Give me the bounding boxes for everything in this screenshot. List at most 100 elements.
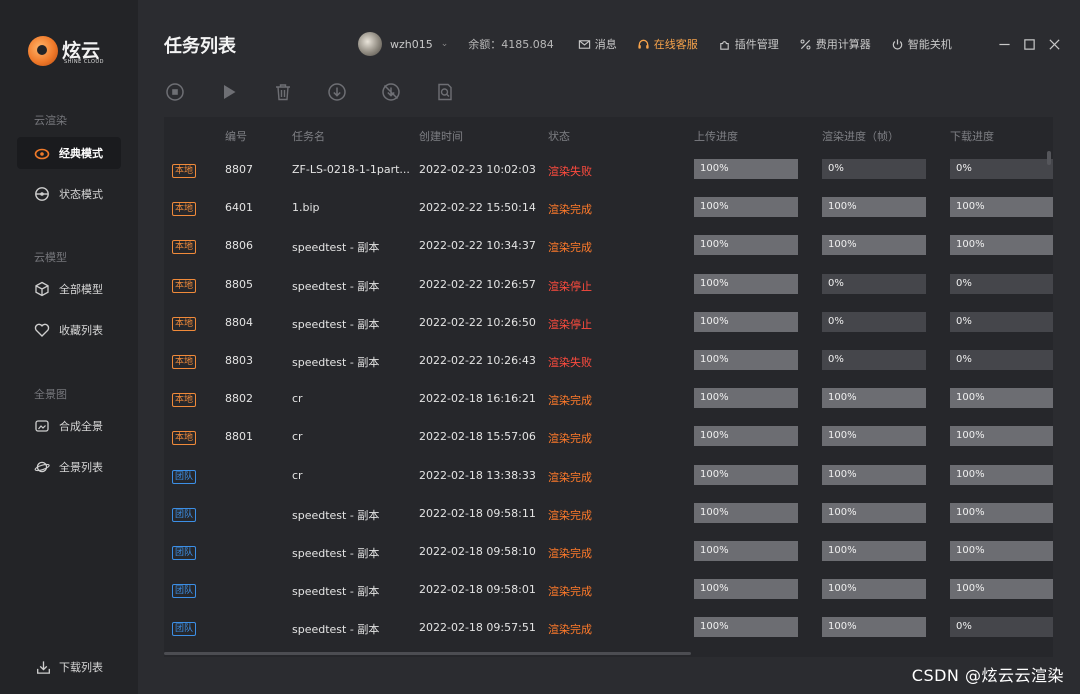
upload-progress-bar: 100% [694,579,798,600]
sidebar-item-panorama-list[interactable]: 全景列表 [17,451,121,483]
task-name: speedtest - 副本 [292,547,380,560]
close-button[interactable] [1048,36,1061,52]
download-progress-text: 0% [956,354,972,365]
horizontal-scrollbar[interactable] [164,652,691,655]
task-name: speedtest - 副本 [292,241,380,255]
play-button[interactable] [218,81,240,103]
sidebar-item-favorites[interactable]: 收藏列表 [17,314,121,346]
column-header-id[interactable]: 编号 [225,128,247,144]
table-row[interactable]: 本地 8804 speedtest - 副本 2022-02-22 10:26:50 渲… [164,304,1053,342]
table-row[interactable]: 团队 speedtest - 副本 2022-02-18 09:58:11 渲染完成 1… [164,495,1053,533]
sidebar-item-status-mode[interactable]: 状态模式 [17,178,121,210]
table-row[interactable]: 本地 8801 cr 2022-02-18 15:57:06 渲染完成 100% 100% 1… [164,418,1053,456]
task-source-tag: 本地 [172,355,197,369]
task-created-time: 2022-02-18 09:58:01 [419,583,536,597]
column-header-name[interactable]: 任务名 [292,128,325,144]
download-progress-text: 0% [956,277,972,289]
task-source-tag: 团队 [172,469,197,484]
upload-progress-text: 100% [700,545,729,556]
page-title: 任务列表 [164,36,236,57]
upload-progress-bar: 100% [694,311,798,332]
task-status: 渲染失败 [548,356,592,369]
table-row[interactable]: 团队 speedtest - 副本 2022-02-18 09:57:51 渲染完成 1… [164,609,1053,647]
download-button[interactable] [326,81,348,103]
vertical-scrollbar[interactable] [1047,151,1051,165]
task-created-time: 2022-02-23 10:02:03 [419,163,536,176]
task-name: speedtest - 副本 [292,585,380,599]
task-id: 8804 [225,315,253,329]
trash-icon [276,84,290,101]
table-row[interactable]: 本地 6401 1.bip 2022-02-22 15:50:14 渲染完成 100% 10… [164,189,1053,227]
delete-button[interactable] [272,81,294,103]
cost-calculator-button[interactable]: 费用计算器 [799,36,871,52]
panorama-icon [33,417,51,435]
upload-progress-text: 100% [700,621,729,633]
task-created-time: 2022-02-22 10:26:50 [419,315,536,329]
no-download-icon [382,83,400,101]
online-support-button[interactable]: 在线客服 [637,36,698,52]
stop-button[interactable] [164,81,186,103]
power-icon [892,38,903,50]
task-name: ZF-LS-0218-1-1part... [292,163,410,176]
upload-progress-bar: 100% [694,350,798,370]
download-progress-bar: 0% [950,350,1053,370]
render-progress-bar: 100% [822,617,926,638]
column-header-download[interactable]: 下载进度 [950,128,994,144]
smart-shutdown-button[interactable]: 智能关机 [891,36,952,52]
sidebar-item-classic-mode[interactable]: 经典模式 [17,137,121,169]
task-status: 渲染完成 [548,241,592,255]
table-row[interactable]: 团队 cr 2022-02-18 13:38:33 渲染完成 100% 100% 100% [164,457,1053,495]
table-row[interactable]: 本地 8807 ZF-LS-0218-1-1part... 2022-02-23 10… [164,151,1053,189]
avatar [358,32,382,56]
table-row[interactable]: 本地 8802 cr 2022-02-18 16:16:21 渲染完成 100% 100% 1… [164,380,1053,418]
sidebar-item-label: 状态模式 [59,188,103,201]
inspect-button[interactable] [434,81,456,103]
column-header-render[interactable]: 渲染进度（帧） [822,128,899,144]
headset-icon [638,39,649,49]
column-header-upload[interactable]: 上传进度 [694,128,738,144]
table-row[interactable]: 团队 speedtest - 副本 2022-02-18 09:58:01 渲染完成 1… [164,571,1053,609]
minimize-icon [999,43,1010,45]
upload-progress-text: 100% [700,583,729,595]
render-progress-text: 100% [828,430,857,442]
task-status: 渲染完成 [548,547,592,560]
table-row[interactable]: 本地 8806 speedtest - 副本 2022-02-22 10:34:37 渲… [164,227,1053,265]
task-status: 渲染完成 [548,508,592,522]
download-list-button[interactable]: 下载列表 [36,659,103,675]
maximize-button[interactable] [1023,36,1036,52]
table-row[interactable]: 本地 8803 speedtest - 副本 2022-02-22 10:26:43 渲… [164,342,1053,380]
render-progress-text: 0% [828,163,844,174]
download-progress-bar: 100% [950,579,1053,600]
column-header-status[interactable]: 状态 [548,128,570,144]
render-progress-bar: 100% [822,502,926,523]
column-header-created[interactable]: 创建时间 [419,128,463,144]
percent-icon [800,39,811,49]
task-id: 8802 [225,392,253,406]
user-menu[interactable]: wzh015 ⌄ [358,32,448,56]
render-progress-bar: 0% [822,159,926,179]
mail-icon [578,39,590,49]
table-row[interactable]: 团队 speedtest - 副本 2022-02-18 09:58:10 渲染完成 1… [164,533,1053,571]
nav-group-panorama: 全景图 [34,388,67,401]
download-progress-text: 0% [956,621,972,633]
render-progress-bar: 100% [822,579,926,600]
download-progress-bar: 100% [950,502,1053,523]
upload-progress-bar: 100% [694,502,798,523]
plugin-manager-button[interactable]: 插件管理 [718,36,779,52]
task-created-time: 2022-02-18 16:16:21 [419,392,536,406]
task-source-tag: 团队 [172,507,197,522]
sidebar-item-compose-panorama[interactable]: 合成全景 [17,410,121,442]
planet-icon [33,458,51,476]
messages-button[interactable]: 消息 [578,36,617,52]
task-name: speedtest - 副本 [292,356,380,369]
nav-group-cloud-render: 云渲染 [34,114,67,127]
download-progress-text: 100% [956,201,985,213]
cloud-icon [33,144,51,162]
cancel-download-button[interactable] [380,81,402,103]
download-progress-bar: 100% [950,197,1053,218]
minimize-button[interactable] [998,36,1011,52]
sidebar-item-all-models[interactable]: 全部模型 [17,273,121,305]
download-progress-text: 0% [956,315,972,327]
task-created-time: 2022-02-18 13:38:33 [419,468,536,482]
table-row[interactable]: 本地 8805 speedtest - 副本 2022-02-22 10:26:57 渲… [164,266,1053,304]
